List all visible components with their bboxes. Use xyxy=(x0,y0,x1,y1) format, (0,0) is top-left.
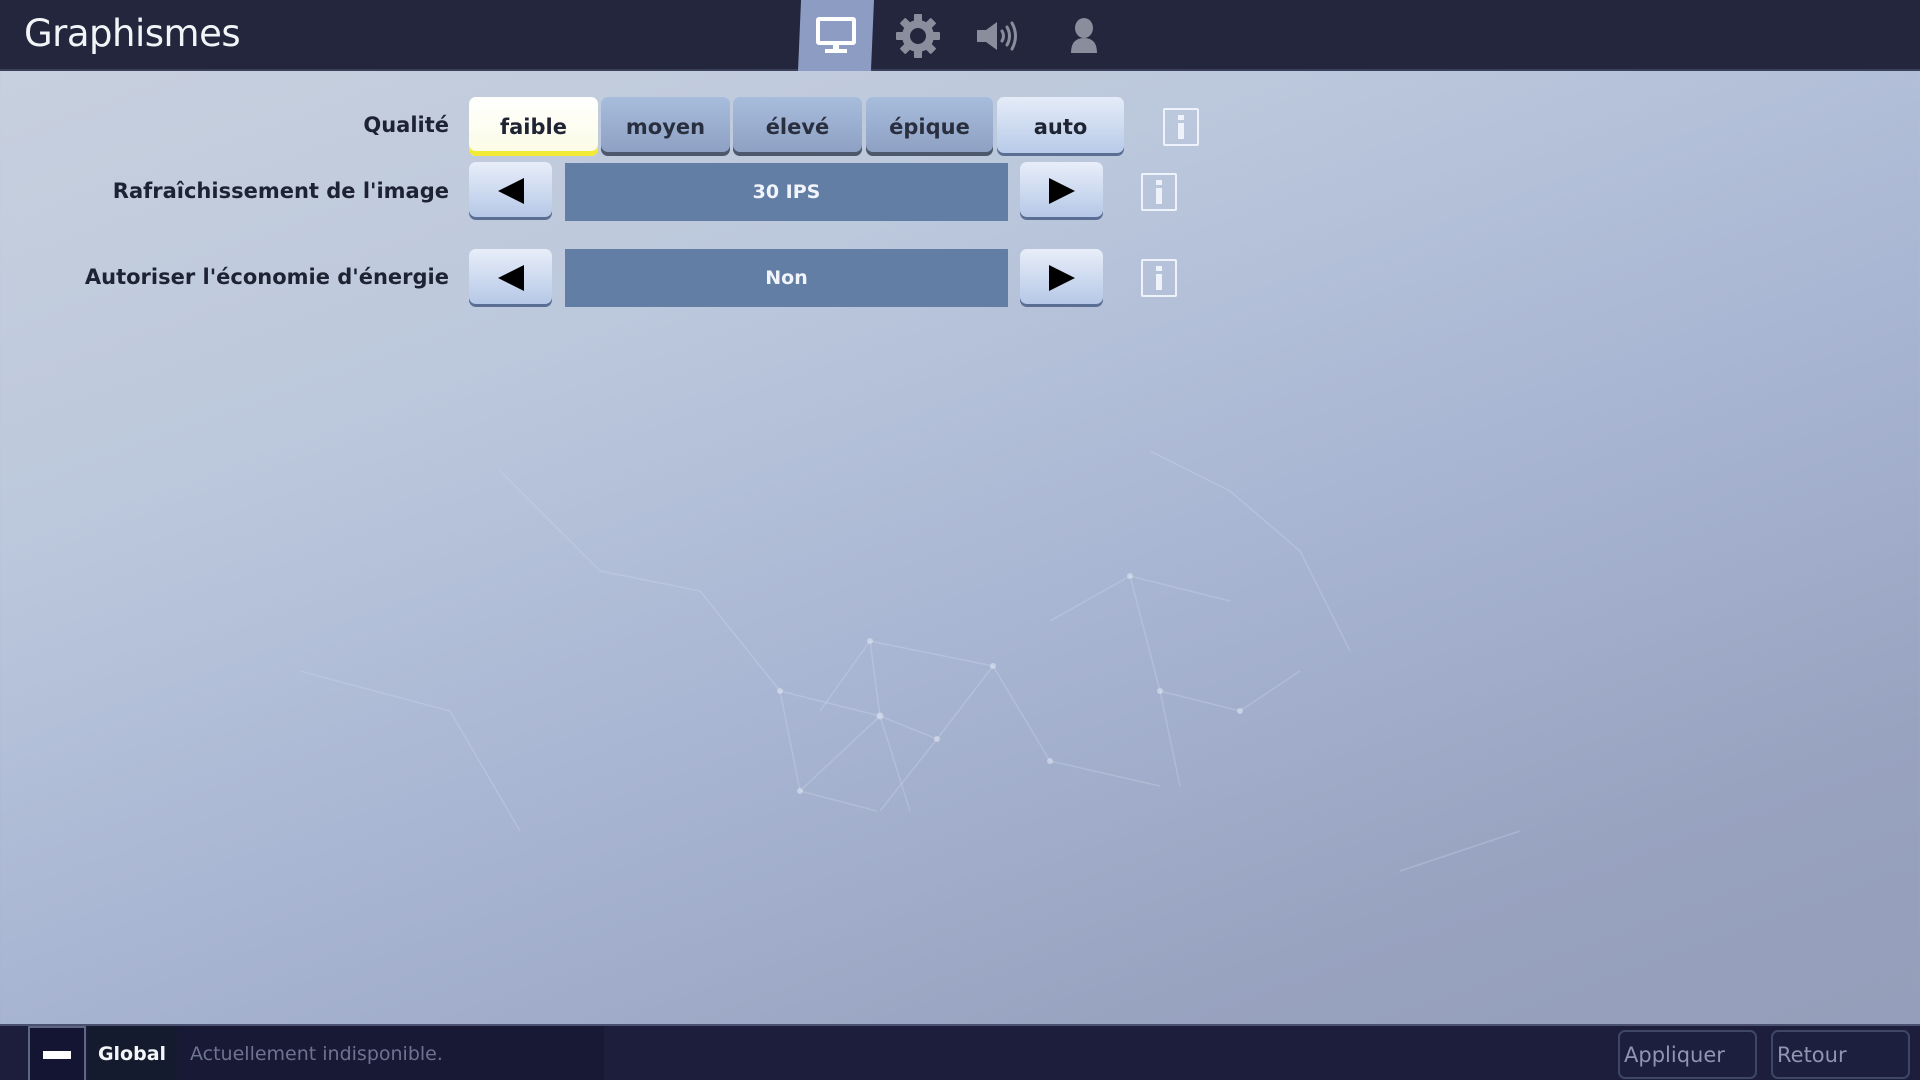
person-icon xyxy=(1071,17,1097,53)
tab-account[interactable] xyxy=(1046,0,1122,71)
frame-rate-info-button[interactable] xyxy=(1141,173,1177,211)
chat-status-text: Actuellement indisponible. xyxy=(177,1026,604,1080)
info-icon xyxy=(1156,180,1162,204)
frame-rate-prev-button[interactable] xyxy=(469,162,552,220)
power-saving-value: Non xyxy=(565,249,1008,307)
apply-button[interactable]: Appliquer xyxy=(1618,1030,1757,1079)
arrow-right-icon xyxy=(1048,178,1075,204)
quality-option-low[interactable]: faible xyxy=(469,97,598,156)
tab-display[interactable] xyxy=(798,0,874,71)
frame-rate-value: 30 IPS xyxy=(565,163,1008,221)
quality-option-high[interactable]: élevé xyxy=(733,97,862,156)
info-icon xyxy=(1156,266,1162,290)
power-saving-info-button[interactable] xyxy=(1141,259,1177,297)
power-saving-label: Autoriser l'économie d'énergie xyxy=(84,265,449,289)
page-title: Graphismes xyxy=(24,12,241,55)
chat-channel-label[interactable]: Global xyxy=(87,1026,177,1080)
frame-rate-label: Rafraîchissement de l'image xyxy=(112,179,449,203)
power-saving-next-button[interactable] xyxy=(1020,249,1103,307)
tab-game[interactable] xyxy=(880,0,956,71)
minus-icon xyxy=(43,1051,71,1059)
arrow-left-icon xyxy=(497,265,524,291)
frame-rate-next-button[interactable] xyxy=(1020,162,1103,220)
quality-option-epic[interactable]: épique xyxy=(866,97,993,156)
back-button[interactable]: Retour xyxy=(1771,1030,1910,1079)
quality-info-button[interactable] xyxy=(1163,108,1199,146)
gear-icon xyxy=(896,13,940,58)
tab-audio[interactable] xyxy=(962,0,1038,71)
arrow-right-icon xyxy=(1048,265,1075,291)
chat-toggle-button[interactable] xyxy=(28,1026,86,1080)
power-saving-prev-button[interactable] xyxy=(469,249,552,307)
quality-option-auto[interactable]: auto xyxy=(997,97,1124,156)
info-icon xyxy=(1178,115,1184,139)
arrow-left-icon xyxy=(497,178,524,204)
monitor-icon xyxy=(816,16,856,53)
top-bar: Graphismes xyxy=(0,0,1920,71)
quality-label: Qualité xyxy=(363,113,449,137)
bottom-bar: Global Actuellement indisponible. Appliq… xyxy=(0,1024,1920,1080)
speaker-icon xyxy=(977,21,1017,50)
quality-option-medium[interactable]: moyen xyxy=(601,97,730,156)
